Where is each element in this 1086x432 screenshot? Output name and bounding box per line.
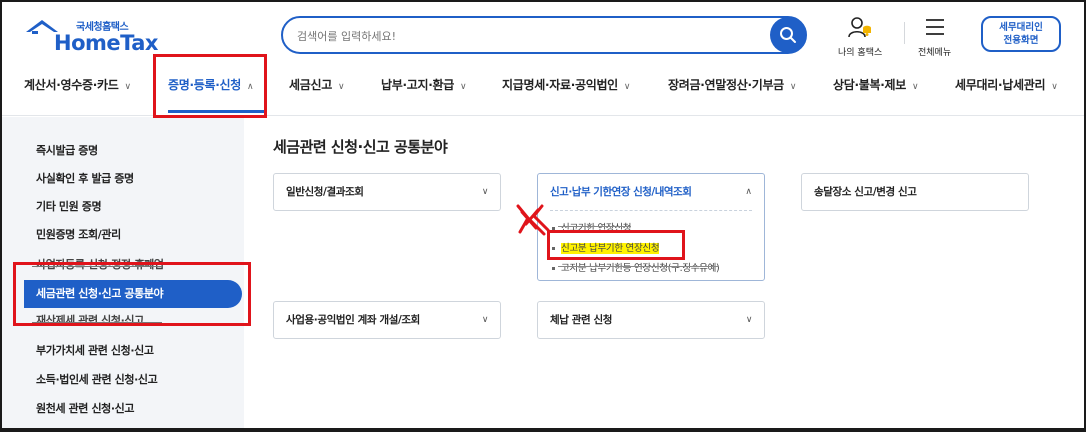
card-label: 일반신청/결과조회 bbox=[286, 186, 364, 198]
sidebar-item-other-civil[interactable]: 기타 민원 증명 bbox=[24, 195, 242, 219]
card-label: 송달장소 신고/변경 신고 bbox=[814, 186, 917, 198]
gnb-item-label: 지급명세·자료·공익법인 bbox=[502, 78, 618, 92]
sub-item-payment-deadline-notice[interactable]: 고지분 납부기한등 연장신청(구.징수유예) bbox=[552, 260, 720, 274]
all-menu-label: 전체메뉴 bbox=[918, 48, 952, 58]
agent-label-line1: 세무대리인 bbox=[999, 22, 1043, 33]
gnb-item-invoice[interactable]: 계산서·영수증·카드 ∨ bbox=[24, 72, 131, 102]
search-button[interactable] bbox=[770, 17, 806, 53]
search-icon bbox=[780, 27, 796, 43]
card-label: 사업용·공익법인 계좌 개설/조회 bbox=[286, 314, 420, 326]
sidebar: 즉시발급 증명 사실확인 후 발급 증명 기타 민원 증명 민원증명 조회/관리… bbox=[0, 117, 244, 432]
chevron-down-icon: ∨ bbox=[1051, 82, 1058, 92]
all-menu-button[interactable]: 전체메뉴 bbox=[918, 16, 951, 58]
chevron-down-icon: ∨ bbox=[911, 82, 919, 92]
card-general-request[interactable]: 일반신청/결과조회 ∨ bbox=[273, 173, 501, 211]
card-label: 신고·납부 기한연장 신청/내역조회 bbox=[550, 186, 692, 198]
gnb-item-tax-report[interactable]: 세금신고 ∨ bbox=[289, 72, 345, 102]
sidebar-item-withholding[interactable]: 원천세 관련 신청·신고 bbox=[24, 397, 242, 421]
chevron-up-icon: ∧ bbox=[246, 82, 254, 92]
active-tab-indicator bbox=[168, 110, 264, 113]
sidebar-item-civil-manage[interactable]: 민원증명 조회/관리 bbox=[24, 223, 242, 247]
chevron-down-icon: ∨ bbox=[459, 82, 467, 92]
gnb-item-label: 세금신고 bbox=[289, 78, 332, 92]
gnb-item-label: 세무대리·납세관리 bbox=[955, 78, 1046, 92]
bullet bbox=[552, 267, 555, 270]
gnb-item-label: 납부·고지·환급 bbox=[381, 78, 454, 92]
bullet bbox=[552, 227, 555, 230]
chevron-down-icon: ∨ bbox=[745, 315, 753, 325]
header: 국세청홈택스 HomeTax 나의 홈택스 전체메뉴 세무대리인 전용 bbox=[0, 0, 1086, 116]
hamburger-menu-icon bbox=[925, 19, 944, 35]
chevron-down-icon: ∨ bbox=[481, 187, 489, 197]
sub-item-report-deadline[interactable]: 신고기한 연장신청 bbox=[552, 220, 632, 234]
card-label: 체납 관련 신청 bbox=[550, 314, 613, 326]
gnb-item-label: 증명·등록·신청 bbox=[168, 78, 241, 92]
agent-label-line2: 전용화면 bbox=[1003, 35, 1039, 46]
card-deadline-extension[interactable]: 신고·납부 기한연장 신청/내역조회 ∧ 신고기한 연장신청 신고분 납부기한 … bbox=[537, 173, 765, 281]
sidebar-item-business-registration[interactable]: 사업자등록 신청·정정·휴폐업 bbox=[24, 253, 242, 277]
card-divider bbox=[550, 210, 752, 211]
chevron-down-icon: ∨ bbox=[481, 315, 489, 325]
card-business-account[interactable]: 사업용·공익법인 계좌 개설/조회 ∨ bbox=[273, 301, 501, 339]
gnb-item-label: 장려금·연말정산·기부금 bbox=[668, 78, 784, 92]
util-divider bbox=[904, 22, 905, 44]
page-title: 세금관련 신청·신고 공통분야 bbox=[273, 138, 448, 156]
logo-wordmark: HomeTax bbox=[54, 31, 158, 55]
sidebar-item-instant-certificate[interactable]: 즉시발급 증명 bbox=[24, 139, 242, 163]
gnb-item-certificate[interactable]: 증명·등록·신청 ∧ bbox=[168, 72, 254, 102]
chevron-down-icon: ∨ bbox=[623, 82, 631, 92]
sidebar-item-common-tax[interactable]: 세금관련 신청·신고 공통분야 bbox=[24, 280, 242, 308]
card-delivery-place[interactable]: 송달장소 신고/변경 신고 bbox=[801, 173, 1029, 211]
search-bar bbox=[281, 16, 807, 54]
gnb-item-payment[interactable]: 납부·고지·환급 ∨ bbox=[381, 72, 467, 102]
gnb-item-label: 계산서·영수증·카드 bbox=[24, 78, 119, 92]
my-hometax-label: 나의 홈택스 bbox=[838, 48, 883, 58]
sub-item-label: 신고기한 연장신청 bbox=[561, 223, 632, 234]
gnb-item-agent[interactable]: 세무대리·납세관리 ∨ bbox=[955, 72, 1058, 102]
sidebar-item-fact-check[interactable]: 사실확인 후 발급 증명 bbox=[24, 167, 242, 191]
gnb-item-statements[interactable]: 지급명세·자료·공익법인 ∨ bbox=[502, 72, 631, 102]
chevron-down-icon: ∨ bbox=[789, 82, 797, 92]
hometax-logo[interactable]: 국세청홈택스 HomeTax bbox=[24, 16, 158, 56]
bullet bbox=[552, 247, 555, 250]
card-arrears[interactable]: 체납 관련 신청 ∨ bbox=[537, 301, 765, 339]
chevron-down-icon: ∨ bbox=[337, 82, 345, 92]
gnb-item-incentive[interactable]: 장려금·연말정산·기부금 ∨ bbox=[668, 72, 797, 102]
tax-agent-view-button[interactable]: 세무대리인 전용화면 bbox=[981, 16, 1061, 52]
gnb-item-consult[interactable]: 상담·불복·제보 ∨ bbox=[833, 72, 919, 102]
sidebar-item-income-corp[interactable]: 소득·법인세 관련 신청·신고 bbox=[24, 368, 242, 392]
gnb-item-label: 상담·불복·제보 bbox=[833, 78, 906, 92]
main-navigation: 계산서·영수증·카드 ∨ 증명·등록·신청 ∧ 세금신고 ∨ 납부·고지·환급 ∨ 지급… bbox=[0, 72, 1086, 102]
chevron-down-icon: ∨ bbox=[124, 82, 131, 92]
sub-item-label: 고지분 납부기한등 연장신청(구.징수유예) bbox=[561, 263, 720, 274]
sidebar-item-property-tax[interactable]: 재산제세 관련 신청·신고 bbox=[24, 309, 242, 333]
user-bell-icon bbox=[848, 17, 872, 38]
my-hometax-button[interactable]: 나의 홈택스 bbox=[838, 16, 882, 58]
search-input[interactable] bbox=[297, 26, 757, 46]
sub-item-label: 신고분 납부기한 연장신청 bbox=[561, 243, 660, 254]
chevron-up-icon: ∧ bbox=[745, 187, 752, 197]
sidebar-item-vat[interactable]: 부가가치세 관련 신청·신고 bbox=[24, 339, 242, 363]
sub-item-payment-deadline-report[interactable]: 신고분 납부기한 연장신청 bbox=[552, 240, 660, 254]
